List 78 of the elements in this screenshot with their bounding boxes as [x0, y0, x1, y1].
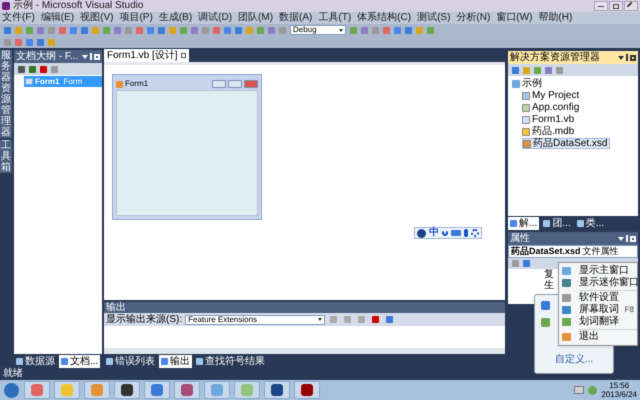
- menu-item[interactable]: 项目(P): [119, 12, 153, 24]
- minimize-icon: [212, 80, 226, 88]
- close-button[interactable]: [624, 1, 638, 11]
- tree-item[interactable]: App.config: [522, 102, 582, 113]
- taskbar-app-button[interactable]: [114, 381, 140, 399]
- monitor-icon: [574, 386, 584, 394]
- panel-title: 解决方案资源管理器: [510, 51, 601, 64]
- menu-item[interactable]: 工具(T): [318, 12, 352, 24]
- toolbar-button[interactable]: [28, 64, 37, 74]
- source-dropdown[interactable]: Feature Extensions: [185, 314, 326, 324]
- panel-tab[interactable]: 数据源: [14, 354, 57, 368]
- tree-item[interactable]: My Project: [522, 90, 582, 101]
- menu-item[interactable]: 视图(V): [80, 12, 114, 24]
- menu-item[interactable]: 调试(D): [198, 12, 232, 24]
- panel-title: 属性: [510, 232, 531, 245]
- menu-item[interactable]: 显示迷你窗口: [559, 277, 637, 289]
- panel-tab[interactable]: 类...: [574, 216, 606, 230]
- menu-item[interactable]: 测试(S): [417, 12, 450, 24]
- tree-item[interactable]: 示例: [512, 78, 638, 89]
- panel-tab[interactable]: 文档...: [59, 354, 100, 368]
- toolbar-button[interactable]: [511, 66, 520, 74]
- panel-tab[interactable]: 查找符号结果: [194, 354, 267, 368]
- menu-item[interactable]: 屏幕取词 F8: [559, 304, 637, 316]
- gear-icon: [471, 229, 479, 237]
- form-icon: [116, 80, 123, 88]
- menu-item[interactable]: 生成(B): [158, 12, 192, 24]
- toolbar-button[interactable]: [385, 315, 394, 324]
- tree-item[interactable]: Form1.vb: [522, 114, 576, 125]
- menu-item[interactable]: 窗口(W): [496, 12, 532, 24]
- globe-icon: [417, 228, 426, 238]
- clock-date: 2013/6/24: [601, 390, 637, 399]
- source-label: 显示输出来源(S):: [106, 313, 182, 326]
- taskbar-app-button[interactable]: [294, 381, 320, 399]
- status-text: 就绪: [3, 368, 23, 380]
- configuration-dropdown[interactable]: Debug: [290, 25, 346, 35]
- toolbar-button[interactable]: [39, 64, 48, 74]
- toolbar-button[interactable]: [17, 64, 26, 74]
- tree-item[interactable]: 药品DataSet.xsd: [522, 138, 610, 149]
- form-title: Form1: [125, 78, 150, 90]
- menu-item[interactable]: 退出: [559, 331, 637, 343]
- panel-tab[interactable]: 解...: [508, 216, 540, 230]
- taskbar-app-button[interactable]: [264, 381, 290, 399]
- toolbar-button[interactable]: [522, 259, 531, 268]
- toolbar-button[interactable]: [544, 66, 553, 74]
- menu-item[interactable]: 划词翻译: [559, 316, 637, 328]
- maximize-button[interactable]: [609, 1, 623, 11]
- object-dropdown[interactable]: 药品DataSet.xsd 文件属性: [508, 245, 638, 258]
- start-button[interactable]: [3, 382, 20, 398]
- window-title: 示例 - Microsoft Visual Studio: [13, 0, 144, 12]
- side-tab[interactable]: 服务器资源管理器: [0, 50, 12, 138]
- menu-item[interactable]: 软件设置: [559, 292, 637, 304]
- panel-tab[interactable]: 团...: [541, 216, 573, 230]
- panel-title: 文档大纲 - F...: [16, 50, 80, 63]
- menu-item[interactable]: 体系结构(C): [357, 12, 412, 24]
- panel-tab[interactable]: 输出: [159, 354, 192, 368]
- property-name: 生: [544, 280, 554, 291]
- menu-item[interactable]: 显示主窗口: [559, 265, 637, 277]
- property-name: 复: [544, 269, 554, 280]
- input-mode-button[interactable]: 中: [429, 227, 439, 239]
- app-icon: [2, 2, 10, 10]
- keyboard-icon: [451, 230, 461, 236]
- menu-item[interactable]: 帮助(H): [538, 12, 572, 24]
- menu-item[interactable]: 数据(A): [279, 12, 312, 24]
- minimize-button[interactable]: [594, 1, 608, 11]
- clock-time: 15:56: [609, 381, 630, 390]
- toolbar-button[interactable]: [371, 315, 380, 324]
- panel-tab[interactable]: 错误列表: [104, 354, 157, 368]
- menu-item[interactable]: 分析(N): [456, 12, 490, 24]
- menu-item[interactable]: 文件(F): [2, 12, 35, 24]
- panel-title: 输出: [106, 302, 126, 313]
- customize-link[interactable]: 自定义...: [541, 352, 607, 367]
- menu-item[interactable]: 团队(M): [238, 12, 274, 24]
- maximize-icon: [228, 80, 242, 88]
- side-tab[interactable]: 工具箱: [0, 140, 12, 173]
- menu-item[interactable]: 编辑(E): [40, 12, 74, 24]
- tray-app-icon: [588, 386, 598, 394]
- tree-item[interactable]: 药品.mdb: [522, 126, 576, 137]
- document-tab[interactable]: Form1.vb [设计]: [104, 49, 189, 62]
